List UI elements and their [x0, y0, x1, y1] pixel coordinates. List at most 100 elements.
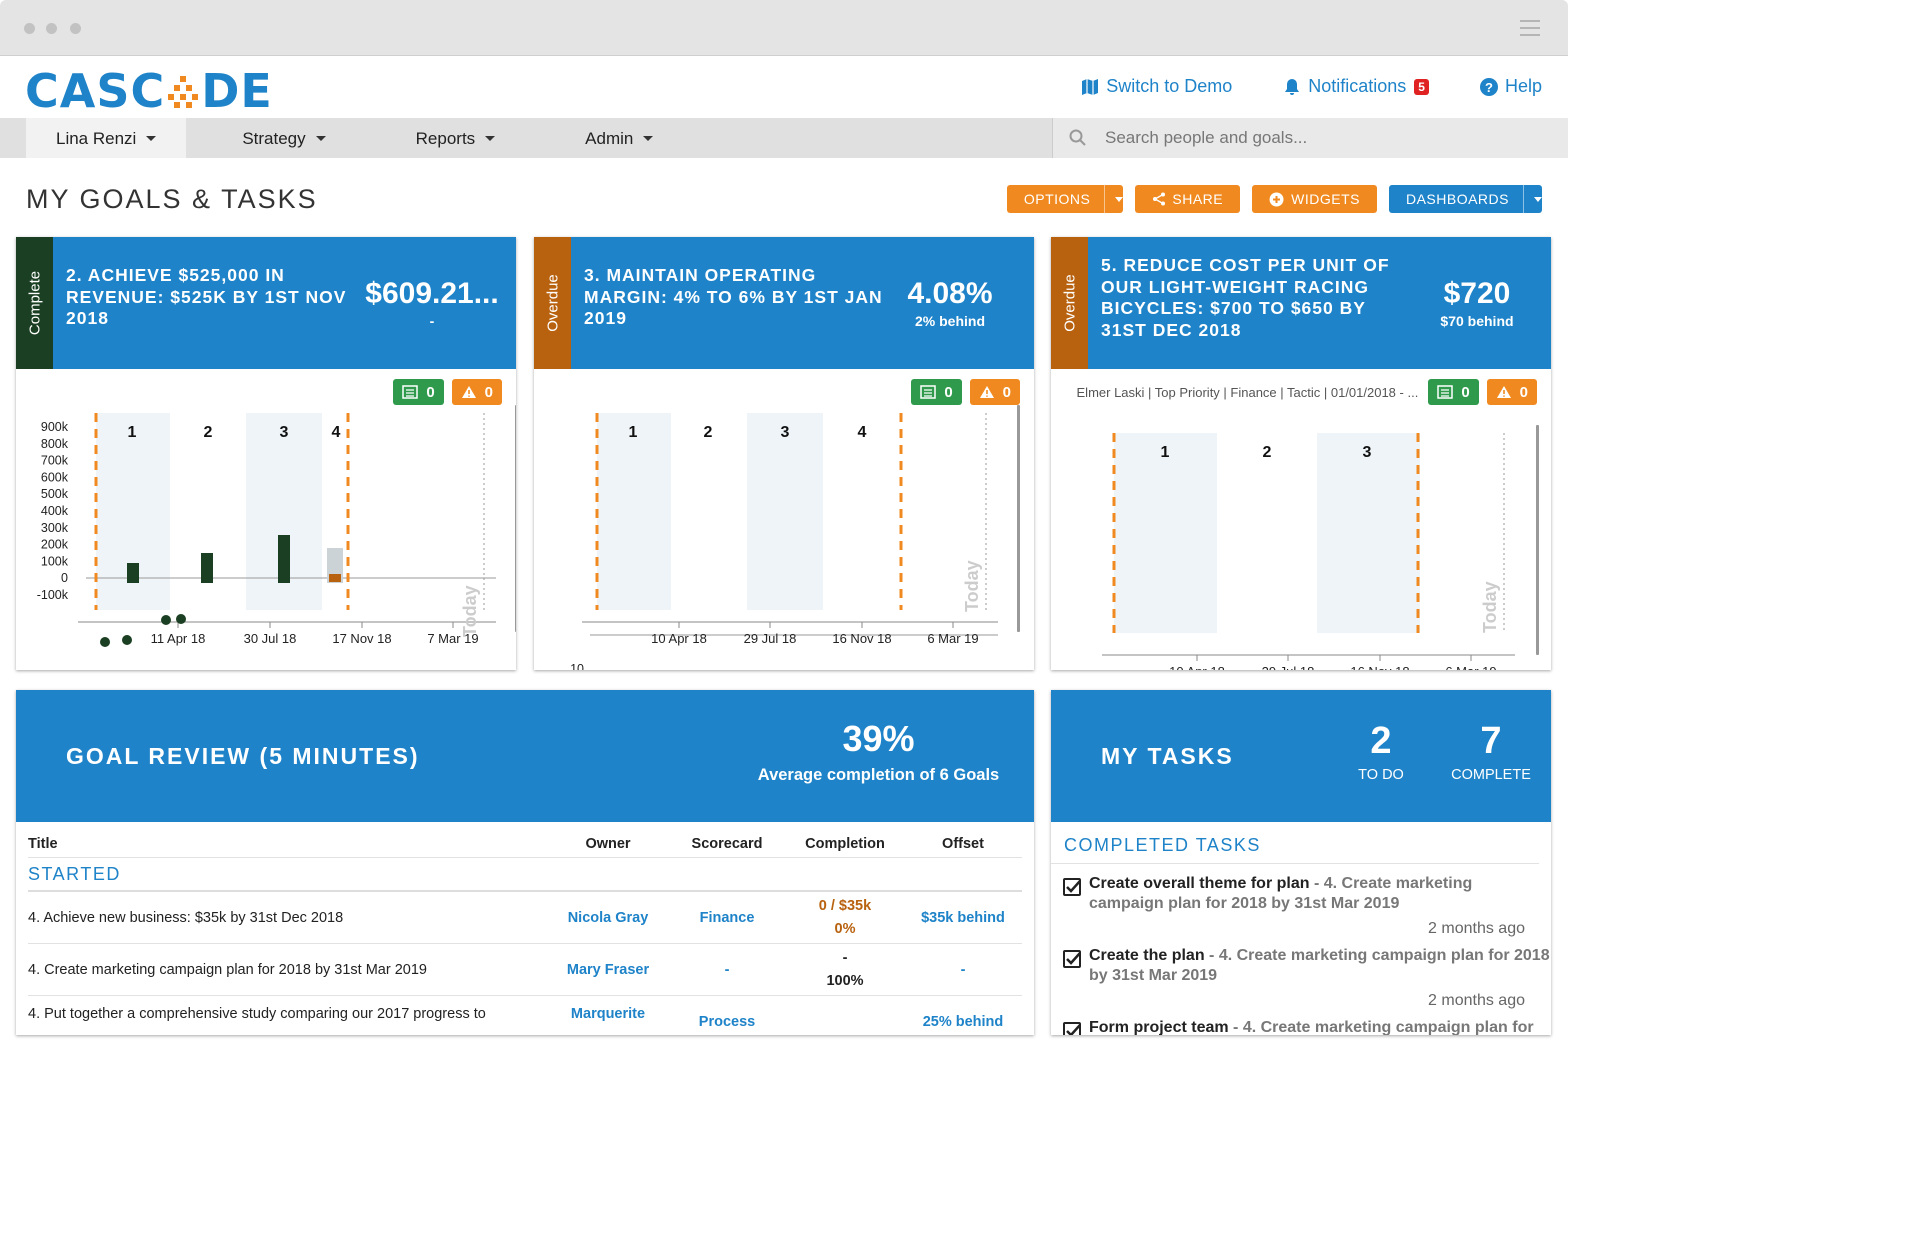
todo-number: 2	[1370, 720, 1392, 762]
search-placeholder: Search people and goals...	[1105, 128, 1308, 147]
table-row[interactable]: 4. Create marketing campaign plan for 20…	[28, 944, 1022, 996]
help-link[interactable]: ? Help	[1479, 76, 1542, 97]
goal-title[interactable]: 5. Reduce cost per unit of our light-wei…	[1101, 255, 1401, 341]
chevron-down-icon	[1115, 196, 1124, 202]
table-row[interactable]: 4. Put together a comprehensive study co…	[28, 996, 1022, 1036]
row-owner[interactable]: Nicola Gray	[548, 910, 668, 926]
x-tick-label: 29 Jul 18	[744, 631, 797, 646]
task-item[interactable]: Create overall theme for plan - 4. Creat…	[1051, 874, 1551, 938]
share-button[interactable]: SHARE	[1135, 185, 1241, 213]
goal-offset: 2% behind	[914, 313, 985, 329]
list-icon	[920, 385, 937, 399]
row-owner[interactable]: Marquerite	[548, 1006, 668, 1022]
x-tick-label: 16 Nov 18	[832, 631, 891, 646]
checkbox-checked-icon[interactable]	[1063, 1022, 1081, 1035]
row-title[interactable]: 4. Achieve new business: $35k by 31st De…	[28, 910, 548, 926]
warnings-pill[interactable]: 0	[969, 379, 1020, 405]
top-bar: CASC DE Switch to Demo Notifications 5 ? H…	[0, 56, 1568, 118]
task-item[interactable]: Form project team - 4. Create marketing …	[1051, 1018, 1551, 1035]
task-plan[interactable]: - 4. Create marketing campaign plan for	[1229, 1019, 1534, 1035]
nav-strategy[interactable]: Strategy	[212, 118, 355, 158]
goal-card[interactable]: Overdue 3. Maintain operating margin: 4%…	[534, 237, 1034, 670]
hamburger-menu-icon[interactable]	[1520, 20, 1540, 41]
nav-admin[interactable]: Admin	[555, 118, 683, 158]
quarter-band	[597, 413, 671, 610]
todo-count[interactable]: 2 TO DO	[1331, 720, 1431, 783]
complete-count[interactable]: 7 COMPLETE	[1441, 720, 1541, 783]
goal-card-header: Overdue 5. Reduce cost per unit of our l…	[1051, 237, 1551, 369]
nav-user-menu[interactable]: Lina Renzi	[26, 118, 187, 158]
goal-review-header: GOAL REVIEW (5 MINUTES) 39% Average comp…	[16, 690, 1034, 822]
goal-title[interactable]: 2. Achieve $525,000 in revenue: $525k by…	[66, 265, 351, 330]
row-title[interactable]: 4. Create marketing campaign plan for 20…	[28, 962, 548, 978]
y-tick-label: 10	[570, 662, 584, 670]
complete-number: 7	[1480, 720, 1502, 762]
x-tick-label: 11 Apr 18	[151, 631, 206, 646]
chevron-down-icon	[315, 136, 326, 141]
task-item[interactable]: Create the plan - 4. Create marketing ca…	[1051, 946, 1551, 1010]
row-owner[interactable]: Mary Fraser	[548, 962, 668, 978]
options-button[interactable]: OPTIONS	[1006, 185, 1124, 213]
goal-status-strip: Overdue	[534, 237, 571, 369]
search-input[interactable]: Search people and goals...	[1052, 118, 1568, 158]
logo-dots-icon	[165, 66, 201, 108]
dashboards-button[interactable]: DASHBOARDS	[1388, 185, 1542, 213]
warnings-pill[interactable]: 0	[451, 379, 502, 405]
quarter-label: 4	[332, 424, 341, 441]
notifications-link[interactable]: Notifications 5	[1282, 76, 1429, 97]
data-label: 7	[703, 668, 711, 670]
data-point	[176, 614, 186, 624]
goal-status-strip: Overdue	[1051, 237, 1088, 369]
row-scorecard[interactable]: Finance	[668, 910, 786, 926]
updates-pill[interactable]: 0	[911, 379, 962, 405]
bar	[278, 535, 290, 583]
cascade-logo[interactable]: CASC DE	[25, 64, 273, 118]
goal-review-widget: GOAL REVIEW (5 MINUTES) 39% Average comp…	[16, 690, 1034, 1035]
share-icon	[1153, 192, 1166, 206]
my-tasks-header: MY TASKS 2 TO DO 7 COMPLETE	[1051, 690, 1551, 822]
goal-title[interactable]: 3. Maintain operating margin: 4% to 6% b…	[584, 265, 884, 330]
col-completion: Completion	[805, 835, 885, 852]
nav-strategy-label: Strategy	[242, 129, 306, 148]
goal-offset: -	[429, 313, 435, 329]
quarter-band	[1114, 433, 1217, 633]
warnings-pill[interactable]: 0	[1486, 379, 1537, 405]
checkbox-checked-icon[interactable]	[1063, 878, 1081, 896]
row-completion-value: 0 / $35k	[818, 897, 872, 914]
switch-to-demo-link[interactable]: Switch to Demo	[1080, 76, 1232, 97]
window-dot	[24, 23, 35, 34]
widgets-button[interactable]: WIDGETS	[1252, 185, 1377, 213]
section-row: STARTED	[28, 858, 1022, 892]
goal-status-label: Complete	[26, 270, 43, 336]
table-row[interactable]: 4. Achieve new business: $35k by 31st De…	[28, 892, 1022, 944]
row-scorecard[interactable]: -	[668, 962, 786, 978]
search-icon	[1069, 129, 1086, 146]
bar	[201, 553, 213, 583]
goal-card[interactable]: Overdue 5. Reduce cost per unit of our l…	[1051, 237, 1551, 670]
average-completion-label: Average completion of 6 Goals	[757, 766, 1000, 784]
goal-card[interactable]: Complete 2. Achieve $525,000 in revenue:…	[16, 237, 516, 670]
checkbox-checked-icon[interactable]	[1063, 950, 1081, 968]
window-dot	[70, 23, 81, 34]
y-tick-label: 900k	[41, 420, 69, 434]
goal-chart: 1231.2k1k8006004002000-20010 Apr 1829 Ju…	[1102, 425, 1539, 670]
y-tick-label: 200k	[41, 538, 69, 552]
nav-reports[interactable]: Reports	[386, 118, 526, 158]
row-scorecard[interactable]: Process	[668, 1006, 786, 1030]
bar	[329, 574, 341, 582]
goal-status-strip: Complete	[16, 237, 53, 369]
goal-current-value: $720	[1443, 277, 1511, 310]
goal-status-label: Overdue	[1061, 274, 1078, 332]
updates-pill[interactable]: 0	[1428, 379, 1479, 405]
quarter-label: 2	[704, 424, 713, 441]
x-tick-label: 29 Jul 18	[1262, 664, 1315, 670]
widgets-label: WIDGETS	[1291, 191, 1360, 207]
updates-pill[interactable]: 0	[393, 379, 444, 405]
x-tick-label: 6 Mar 19	[927, 631, 978, 646]
goal-offset: $70 behind	[1440, 313, 1514, 329]
nav-admin-label: Admin	[585, 129, 634, 148]
row-title[interactable]: 4. Put together a comprehensive study co…	[28, 1006, 548, 1022]
warnings-count: 0	[484, 383, 493, 401]
notification-count-badge: 5	[1414, 78, 1429, 95]
chevron-down-icon	[146, 136, 157, 141]
